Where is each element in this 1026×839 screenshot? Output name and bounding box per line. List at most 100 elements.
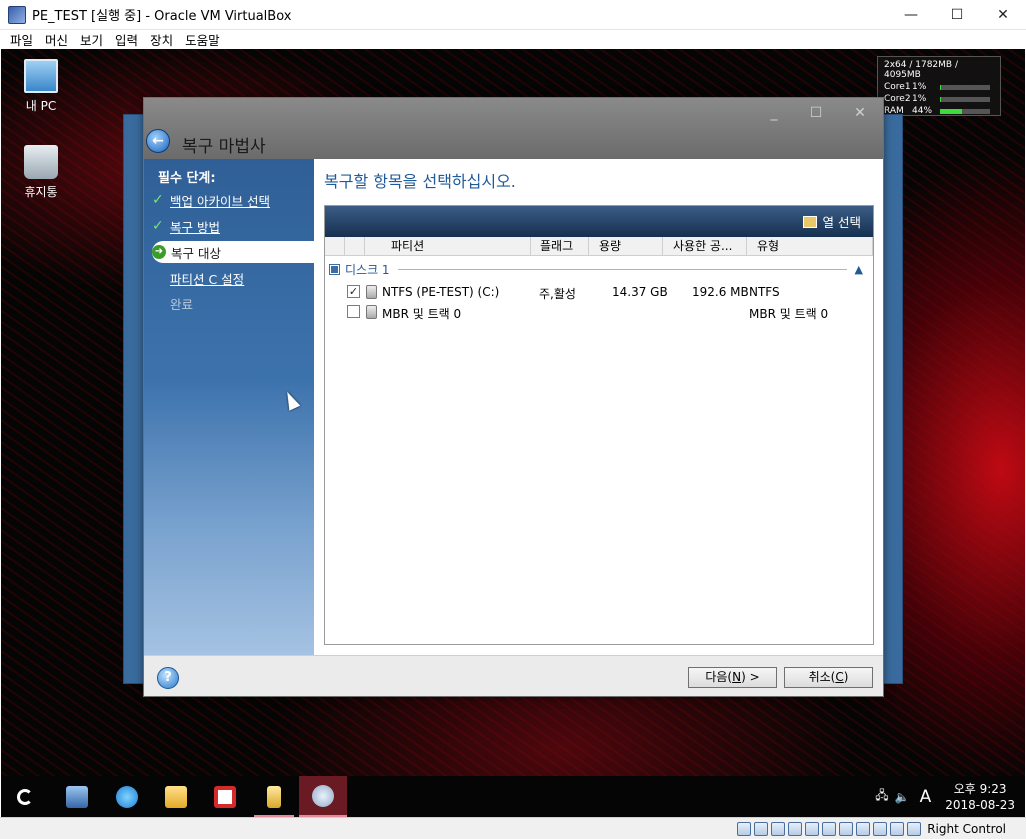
system-tray: 🖧 🔈 A 오후 9:23 2018-08-23	[875, 776, 1015, 817]
desktop-icon-label: 휴지통	[24, 185, 58, 199]
taskbar-recovery-wizard[interactable]	[299, 776, 347, 817]
step-partition-settings[interactable]: 파티션 C 설정	[152, 267, 314, 289]
content-heading: 복구할 항목을 선택하십시오.	[324, 172, 516, 191]
next-button-accesskey: N	[732, 670, 742, 684]
perf-value: 44%	[912, 106, 933, 116]
column-header-used[interactable]: 사용한 공...	[663, 237, 747, 256]
minimize-button[interactable]: —	[888, 0, 934, 30]
taskbar-network-app[interactable]	[53, 776, 101, 817]
step-label: 백업 아카이브 선택	[170, 193, 270, 209]
column-header-checkbox	[325, 237, 345, 256]
dialog-close-button[interactable]: ✕	[840, 102, 880, 124]
display-status-icon[interactable]	[839, 821, 854, 836]
column-header-icon	[345, 237, 365, 256]
folder-icon	[165, 785, 187, 808]
collapse-caret-icon[interactable]: ▲	[855, 263, 863, 276]
back-arrow-icon[interactable]: ←	[146, 129, 170, 153]
dialog-footer: ? 다음(N) > 취소(C)	[144, 655, 883, 696]
perf-row: Core1 1%	[884, 82, 994, 92]
shared-folders-status-icon[interactable]	[822, 821, 837, 836]
performance-widget: 2x64 / 1782MB / 4095MB Core1 1% Core2 1%…	[877, 56, 1001, 116]
menu-view[interactable]: 보기	[80, 30, 103, 49]
menu-input[interactable]: 입력	[115, 30, 138, 49]
hard-disk-status-icon[interactable]	[737, 821, 752, 836]
window-title: PE_TEST [실행 중] - Oracle VM VirtualBox	[32, 9, 292, 24]
table-row[interactable]: ✓ NTFS (PE-TEST) (C:) 주,활성 14.37 GB 192.…	[325, 283, 873, 303]
table-row[interactable]: MBR 및 트랙 0 MBR 및 트랙 0	[325, 303, 873, 323]
start-button[interactable]	[1, 776, 49, 817]
cell-type: MBR 및 트랙 0	[749, 307, 829, 321]
desktop-icon-recycle-bin[interactable]: 휴지통	[6, 145, 76, 200]
column-header-capacity[interactable]: 용량	[589, 237, 663, 256]
row-checkbox[interactable]: ✓	[347, 285, 360, 298]
cell-partition: NTFS (PE-TEST) (C:)	[382, 285, 500, 299]
taskbar-red-app[interactable]	[201, 776, 249, 817]
dialog-title: 복구 마법사	[182, 137, 266, 157]
cancel-button-accesskey: C	[835, 670, 844, 684]
menu-devices[interactable]: 장치	[150, 30, 173, 49]
perf-bar-fill	[940, 96, 941, 102]
clock[interactable]: 오후 9:23 2018-08-23	[945, 781, 1015, 813]
network-status-icon[interactable]	[788, 821, 803, 836]
virtualbox-icon	[8, 5, 26, 24]
column-header-type[interactable]: 유형	[747, 237, 873, 256]
cell-used: 192.6 MB	[692, 285, 749, 299]
row-checkbox[interactable]	[347, 305, 360, 318]
guest-desktop: 내 PC 휴지통 2x64 / 1782MB / 4095MB Core1 1%…	[1, 49, 1025, 817]
help-button[interactable]: ?	[157, 667, 179, 689]
close-button[interactable]: ✕	[980, 0, 1026, 30]
next-button[interactable]: 다음(N) >	[688, 667, 777, 688]
menu-file[interactable]: 파일	[10, 30, 33, 49]
disk-icon	[366, 305, 377, 319]
taskbar-internet-explorer[interactable]	[103, 776, 151, 817]
clock-time: 오후 9:23	[953, 781, 1007, 796]
step-recovery-target[interactable]: ➜ 복구 대상	[152, 241, 314, 263]
dialog-minimize-button[interactable]: _	[754, 102, 794, 124]
clock-date: 2018-08-23	[945, 797, 1015, 812]
audio-status-icon[interactable]	[771, 821, 786, 836]
taskbar-file-explorer[interactable]	[152, 776, 200, 817]
menu-machine[interactable]: 머신	[45, 30, 68, 49]
column-header-partition[interactable]: 파티션	[365, 237, 531, 256]
column-select-button[interactable]: 열 선택	[823, 212, 861, 231]
keyboard-status-icon[interactable]	[907, 821, 922, 836]
perf-row: Core2 1%	[884, 94, 994, 104]
recycle-bin-icon	[24, 145, 58, 179]
disk-group-header[interactable]: 디스크 1 ▲	[329, 260, 869, 278]
optical-drive-status-icon[interactable]	[754, 821, 769, 836]
cell-type: NTFS	[749, 285, 780, 299]
perf-bar	[940, 96, 990, 102]
desktop-icon-my-pc[interactable]: 내 PC	[6, 59, 76, 114]
column-select-icon	[802, 215, 817, 228]
vbox-statusbar: Right Control	[0, 817, 1026, 839]
dialog-maximize-button[interactable]: ☐	[796, 102, 836, 124]
perf-label: Core2	[884, 94, 911, 104]
internet-explorer-icon	[116, 785, 138, 808]
network-icon[interactable]: 🖧	[875, 786, 888, 807]
group-select-checkbox[interactable]	[329, 263, 340, 275]
maximize-button[interactable]: ☐	[934, 0, 980, 30]
cell-flags: 주,활성	[539, 287, 576, 301]
network-computer-icon	[66, 785, 88, 808]
taskbar-yellow-app[interactable]	[250, 776, 298, 817]
column-header-flags[interactable]: 플래그	[531, 237, 589, 256]
step-backup-archive[interactable]: ✓ 백업 아카이브 선택	[152, 189, 314, 211]
step-label: 복구 대상	[171, 245, 221, 261]
step-recovery-method[interactable]: ✓ 복구 방법	[152, 215, 314, 237]
step-label: 복구 방법	[170, 219, 220, 235]
menu-help[interactable]: 도움말	[185, 30, 220, 49]
column-header-row: 파티션 플래그 용량 사용한 공... 유형	[325, 237, 873, 256]
volume-icon[interactable]: 🔈	[895, 790, 910, 804]
cancel-button[interactable]: 취소(C)	[784, 667, 873, 688]
cpu-status-icon[interactable]	[873, 821, 888, 836]
usb-status-icon[interactable]	[805, 821, 820, 836]
checkmark-icon: ✓	[152, 192, 164, 208]
ime-indicator[interactable]: A	[920, 787, 932, 807]
step-label: 완료	[170, 296, 194, 312]
host-key-label: Right Control	[927, 821, 1006, 836]
video-capture-status-icon[interactable]	[856, 821, 871, 836]
mouse-integration-status-icon[interactable]	[890, 821, 905, 836]
perf-label: Core1	[884, 82, 911, 92]
checkmark-icon: ✓	[152, 218, 164, 234]
perf-bar-fill	[940, 84, 941, 90]
